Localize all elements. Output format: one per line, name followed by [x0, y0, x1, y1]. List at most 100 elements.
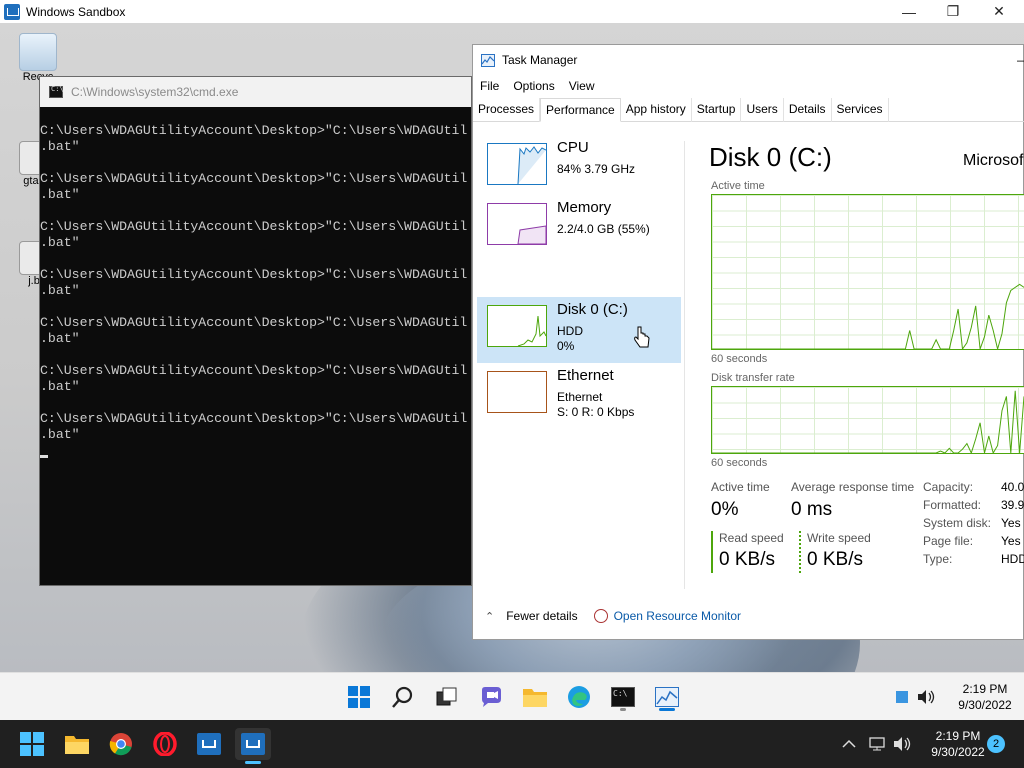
tab-services[interactable]: Services — [832, 98, 889, 122]
cmd-line: .bat" — [40, 139, 80, 154]
network-icon[interactable] — [866, 728, 890, 760]
transfer-rate-graph — [711, 386, 1024, 454]
active-indicator — [659, 708, 675, 711]
menu-file[interactable]: File — [480, 79, 499, 93]
tab-processes[interactable]: Processes — [473, 98, 541, 122]
edge-icon[interactable] — [563, 681, 595, 713]
chevron-up-icon[interactable] — [838, 728, 860, 760]
minimize-icon[interactable]: — — [1017, 53, 1024, 67]
terminal-icon[interactable]: C:\ — [607, 681, 639, 713]
menu-view[interactable]: View — [569, 79, 595, 93]
cmd-line — [40, 155, 471, 171]
resource-stat: 84% 3.79 GHz — [557, 162, 636, 176]
minimize-button[interactable]: — — [886, 0, 932, 23]
cmd-line: .bat" — [40, 235, 80, 250]
search-icon[interactable] — [387, 681, 419, 713]
screen: Windows Sandbox — ❐ ✕ Recyc gta6 j.b C:\… — [0, 0, 1024, 768]
open-resource-monitor-link[interactable]: Open Resource Monitor — [614, 609, 741, 623]
prop-page-file-value: Yes — [1001, 534, 1021, 548]
file-explorer-icon[interactable] — [61, 728, 93, 760]
opera-icon[interactable] — [149, 728, 181, 760]
chrome-icon[interactable] — [105, 728, 137, 760]
pane-divider — [684, 141, 685, 589]
prop-capacity-label: Capacity: — [923, 480, 974, 494]
cmd-line: .bat" — [40, 283, 80, 298]
prop-system-disk-value: Yes — [1001, 516, 1021, 530]
resource-name: Disk 0 (C:) — [557, 301, 628, 318]
cmd-icon — [49, 85, 64, 98]
tab-startup[interactable]: Startup — [692, 98, 742, 122]
avg-response-value: 0 ms — [791, 499, 833, 520]
cmd-line: .bat" — [40, 331, 80, 346]
write-speed-label: Write speed — [807, 531, 871, 545]
task-manager-footer: ⌃ Fewer details Open Resource Monitor — [473, 601, 1024, 631]
cmd-line: C:\Users\WDAGUtilityAccount\Desktop>"C:\… — [40, 123, 468, 138]
tab-users[interactable]: Users — [741, 98, 784, 122]
task-manager-icon[interactable] — [651, 681, 683, 713]
read-speed-label: Read speed — [719, 531, 784, 545]
resource-cpu[interactable]: CPU 84% 3.79 GHz — [477, 135, 681, 201]
resource-stat: 0% — [557, 339, 575, 353]
resource-list: CPU 84% 3.79 GHz Memory 2.2/4.0 GB (55%)… — [473, 123, 683, 583]
minimize-icon: — — [902, 3, 916, 20]
volume-icon[interactable] — [890, 728, 914, 760]
tab-app-history[interactable]: App history — [621, 98, 692, 122]
cmd-line — [40, 347, 471, 363]
cmd-line: .bat" — [40, 427, 80, 442]
sandbox-icon[interactable] — [193, 728, 225, 760]
resource-name: Memory — [557, 199, 612, 216]
menu-options[interactable]: Options — [513, 79, 554, 93]
volume-icon[interactable] — [914, 681, 938, 713]
task-manager-title: Task Manager — [502, 53, 578, 67]
fewer-details-link[interactable]: Fewer details — [506, 609, 577, 623]
sandbox-title-bar[interactable]: Windows Sandbox — ❐ ✕ — [0, 0, 1024, 23]
prop-formatted-label: Formatted: — [923, 498, 982, 512]
file-explorer-icon[interactable] — [519, 681, 551, 713]
graph1-label: Active time — [711, 180, 765, 192]
cmd-line — [40, 203, 471, 219]
task-manager-title-bar[interactable]: Task Manager — — [473, 45, 1024, 75]
tray-square-icon[interactable] — [890, 681, 914, 713]
graph2-label: Disk transfer rate — [711, 372, 795, 384]
task-manager-icon — [481, 53, 495, 67]
close-button[interactable]: ✕ — [976, 0, 1022, 23]
cmd-output[interactable]: C:\Users\WDAGUtilityAccount\Desktop>"C:\… — [40, 107, 471, 585]
ethernet-thumbnail — [487, 371, 547, 413]
chevron-up-icon[interactable]: ⌃ — [485, 610, 494, 623]
cmd-line: C:\Users\WDAGUtilityAccount\Desktop>"C:\… — [40, 315, 468, 330]
graph2-bottom: 60 seconds — [711, 457, 768, 469]
resource-name: CPU — [557, 139, 589, 156]
prop-formatted-value: 39.9 — [1001, 498, 1024, 512]
resource-name: Ethernet — [557, 367, 614, 384]
cmd-line: C:\Users\WDAGUtilityAccount\Desktop>"C:\… — [40, 219, 468, 234]
task-view-icon[interactable] — [431, 681, 463, 713]
sandbox-icon-active[interactable] — [235, 728, 271, 764]
start-icon[interactable] — [343, 681, 375, 713]
sandbox-clock[interactable]: 2:19 PM 9/30/2022 — [940, 681, 1024, 713]
chat-icon[interactable] — [475, 681, 507, 713]
notification-badge[interactable]: 2 — [987, 735, 1005, 753]
cmd-window[interactable]: C:\Windows\system32\cmd.exe C:\Users\WDA… — [39, 76, 472, 586]
task-manager-window[interactable]: Task Manager — File Options View Process… — [472, 44, 1024, 640]
cmd-line — [40, 251, 471, 267]
close-icon: ✕ — [993, 3, 1005, 19]
tab-details[interactable]: Details — [784, 98, 832, 122]
resource-disk[interactable]: Disk 0 (C:) HDD 0% — [477, 297, 681, 363]
prop-type-value: HDD — [1001, 552, 1024, 566]
prop-system-disk-label: System disk: — [923, 516, 992, 530]
cmd-line: C:\Users\WDAGUtilityAccount\Desktop>"C:\… — [40, 171, 468, 186]
disk-model: Microsof — [963, 152, 1024, 169]
cmd-title-bar[interactable]: C:\Windows\system32\cmd.exe — [40, 77, 471, 107]
sandbox-taskbar: C:\ 2:19 PM 9/30/2022 — [0, 672, 1024, 720]
host-taskbar: 2:19 PM 9/30/2022 2 — [0, 720, 1024, 768]
resource-stat: HDD — [557, 324, 583, 338]
tab-performance[interactable]: Performance — [540, 98, 621, 122]
start-icon[interactable] — [16, 728, 48, 760]
resource-ethernet[interactable]: Ethernet Ethernet S: 0 R: 0 Kbps — [477, 363, 681, 429]
restore-button[interactable]: ❐ — [930, 0, 976, 23]
cmd-line — [40, 395, 471, 411]
resource-memory[interactable]: Memory 2.2/4.0 GB (55%) — [477, 195, 681, 261]
tab-bar: Processes Performance App history Startu… — [473, 98, 1024, 122]
menu-bar: File Options View — [473, 75, 1023, 97]
read-speed-bar — [711, 531, 713, 573]
